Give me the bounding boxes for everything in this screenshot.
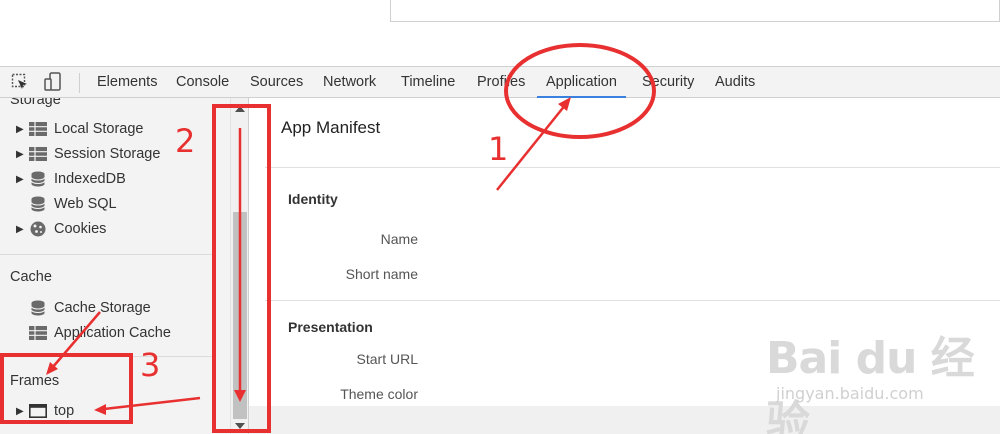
annotation-number-3: 3: [140, 346, 161, 384]
section-divider: [265, 167, 1000, 168]
theme-color-field-label: Theme color: [340, 386, 418, 402]
sidebar-gutter: [212, 98, 230, 434]
annotation-number-1: 1: [488, 130, 509, 168]
sidebar-item-cookies[interactable]: ▶ Cookies: [16, 218, 106, 240]
database-icon: [29, 300, 47, 316]
frames-header: Frames: [10, 373, 60, 389]
sidebar-item-local-storage[interactable]: ▶ Local Storage: [16, 118, 143, 140]
database-icon: [29, 171, 47, 187]
sidebar-item-label: Local Storage: [54, 121, 144, 137]
grid-icon: [29, 121, 47, 137]
sidebar-item-web-sql[interactable]: ▶ Web SQL: [16, 193, 117, 215]
tab-network[interactable]: Network: [323, 67, 376, 98]
annotation-number-2: 2: [175, 122, 196, 160]
short-name-field-label: Short name: [345, 266, 418, 282]
expand-arrow-icon[interactable]: ▶: [16, 174, 26, 185]
sidebar-item-frame-top[interactable]: ▶ top: [16, 400, 74, 422]
tab-profiles[interactable]: Profiles: [477, 67, 525, 98]
page-input-box: [390, 0, 1000, 22]
tab-timeline[interactable]: Timeline: [401, 67, 455, 98]
start-url-field-label: Start URL: [356, 351, 418, 367]
sidebar-item-label: Web SQL: [54, 196, 117, 212]
sidebar-item-label: Session Storage: [54, 146, 161, 162]
expand-arrow-icon[interactable]: ▶: [16, 124, 26, 135]
page-title: App Manifest: [281, 118, 381, 137]
device-mode-icon[interactable]: [43, 72, 63, 92]
tab-application[interactable]: Application: [537, 67, 626, 98]
identity-section-title: Identity: [288, 191, 338, 207]
scrollbar-thumb[interactable]: [233, 212, 247, 419]
inspect-element-icon[interactable]: [10, 72, 30, 92]
grid-icon: [29, 146, 47, 162]
baidu-watermark-url: jingyan.baidu.com: [776, 384, 924, 403]
tab-audits[interactable]: Audits: [715, 67, 755, 98]
name-field-label: Name: [380, 231, 418, 247]
tab-security[interactable]: Security: [642, 67, 694, 98]
section-divider: [265, 300, 1000, 301]
cache-header: Cache: [10, 269, 52, 285]
sidebar-item-application-cache[interactable]: ▶ Application Cache: [16, 322, 171, 344]
cookie-icon: [29, 221, 47, 237]
toolbar-separator: [79, 73, 80, 93]
tab-elements[interactable]: Elements: [97, 67, 157, 98]
tab-sources[interactable]: Sources: [250, 67, 303, 98]
expand-arrow-icon[interactable]: ▶: [16, 149, 26, 160]
sidebar-item-cache-storage[interactable]: ▶ Cache Storage: [16, 297, 151, 319]
expand-arrow-icon[interactable]: ▶: [16, 224, 26, 235]
tab-console[interactable]: Console: [176, 67, 229, 98]
sidebar-item-label: Application Cache: [54, 325, 171, 341]
devtools-toolbar: Elements Console Sources Network Timelin…: [0, 66, 1000, 98]
scroll-up-arrow-icon[interactable]: [235, 106, 245, 112]
sidebar-item-label: IndexedDB: [54, 171, 126, 187]
sidebar-scrollbar[interactable]: [230, 98, 248, 434]
baidu-watermark-logo: Bai du 经验: [766, 333, 975, 434]
scroll-down-arrow-icon[interactable]: [235, 423, 245, 429]
sidebar-item-label: top: [54, 403, 75, 419]
sidebar-item-indexeddb[interactable]: ▶ IndexedDB: [16, 168, 126, 190]
section-divider: [0, 356, 212, 357]
page-content-area: [0, 0, 1000, 66]
database-icon: [29, 196, 47, 212]
frame-icon: [29, 403, 47, 419]
presentation-section-title: Presentation: [288, 319, 373, 335]
section-divider: [0, 254, 212, 255]
sidebar-item-label: Cache Storage: [54, 300, 151, 316]
sidebar-item-label: Cookies: [54, 221, 107, 237]
sidebar-item-session-storage[interactable]: ▶ Session Storage: [16, 143, 160, 165]
expand-arrow-icon[interactable]: ▶: [16, 406, 26, 417]
grid-icon: [29, 325, 47, 341]
storage-header: Storage: [10, 98, 61, 108]
